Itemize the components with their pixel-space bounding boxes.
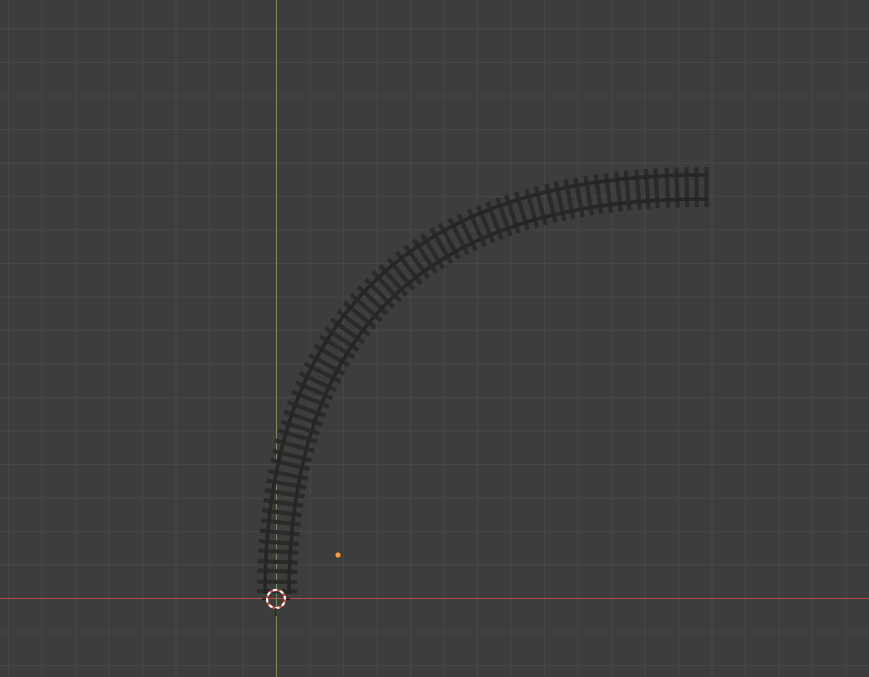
track-tie [412, 238, 438, 274]
track-tie [403, 244, 431, 280]
railway-track-object[interactable] [256, 166, 709, 595]
track-tie [342, 300, 377, 330]
object-origin-point[interactable] [335, 552, 341, 558]
track-tie [257, 568, 298, 574]
track-tie [664, 167, 671, 208]
track-tie [324, 326, 360, 353]
track-tie [674, 167, 680, 208]
track-tie [356, 285, 389, 316]
track-tie [258, 548, 299, 555]
track-tie [258, 538, 300, 547]
track-tie [394, 250, 423, 285]
track-tie [643, 168, 651, 210]
track-tie [336, 309, 371, 337]
track-tie [318, 334, 356, 360]
track-tie [653, 168, 660, 209]
track-tie [363, 277, 396, 309]
track-tie [257, 579, 298, 585]
3d-viewport[interactable] [0, 0, 869, 677]
track-tie [684, 167, 690, 208]
track-tie [257, 558, 298, 565]
viewport-grid [0, 0, 869, 677]
